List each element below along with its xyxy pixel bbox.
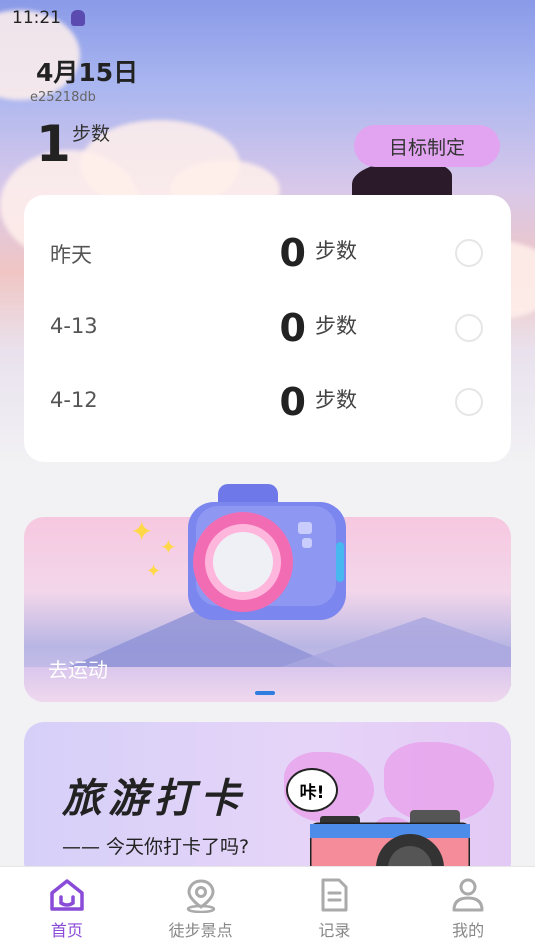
checkin-card[interactable]: 旅游打卡 —— 今天你打卡了吗? 咔!	[24, 722, 511, 882]
history-row[interactable]: 昨天 0 步数	[24, 215, 511, 289]
history-row-unit: 步数	[315, 314, 357, 338]
sparkle-icon: ✦	[146, 561, 162, 582]
sparkle-icon: ✦	[130, 515, 154, 548]
history-row-unit: 步数	[315, 388, 357, 412]
tab-profile[interactable]: 我的	[401, 867, 535, 951]
tab-home[interactable]: 首页	[0, 867, 134, 951]
history-row-radio[interactable]	[455, 314, 483, 342]
tab-label: 徒步景点	[168, 921, 233, 940]
history-row[interactable]: 4-12 0 步数	[24, 364, 511, 438]
history-row[interactable]: 4-13 0 步数	[24, 290, 511, 364]
today-steps-value: 1	[36, 115, 71, 173]
tab-hiking-spots[interactable]: 徒步景点	[134, 867, 268, 951]
history-row-label: 4-13	[50, 314, 98, 338]
history-row-value: 0	[279, 306, 306, 350]
profile-icon	[452, 878, 484, 912]
today-steps-unit: 步数	[72, 123, 111, 145]
banner-label: 去运动	[48, 658, 108, 682]
bottom-tab-bar: 首页 徒步景点 记录 我的	[0, 866, 535, 951]
speech-bubble: 咔!	[286, 768, 338, 812]
page-date: 4月15日	[36, 58, 139, 87]
location-icon	[186, 879, 215, 913]
history-row-label: 4-12	[50, 388, 98, 412]
checkin-title: 旅游打卡	[62, 776, 246, 822]
tab-records[interactable]: 记录	[268, 867, 402, 951]
step-history-card: 昨天 0 步数 4-13 0 步数 4-12 0 步数	[24, 195, 511, 462]
history-row-radio[interactable]	[455, 388, 483, 416]
device-id: e25218db	[30, 90, 96, 105]
checkin-subtitle: —— 今天你打卡了吗?	[62, 836, 250, 858]
sparkle-icon: ✦	[160, 535, 177, 559]
status-bar: 11:21	[0, 0, 535, 36]
tab-label: 首页	[50, 921, 83, 940]
history-row-unit: 步数	[315, 239, 357, 263]
camera-icon	[188, 484, 346, 620]
goal-setting-button[interactable]: 目标制定	[354, 125, 500, 167]
history-row-value: 0	[279, 380, 306, 424]
tab-label: 我的	[452, 921, 485, 940]
banner-page-indicator	[255, 691, 275, 695]
history-row-value: 0	[279, 231, 306, 275]
history-row-radio[interactable]	[455, 239, 483, 267]
home-icon	[50, 879, 84, 911]
status-time: 11:21	[12, 8, 61, 28]
history-row-label: 昨天	[50, 243, 92, 267]
android-icon	[71, 10, 85, 26]
record-icon	[321, 878, 348, 912]
tab-label: 记录	[318, 921, 351, 940]
